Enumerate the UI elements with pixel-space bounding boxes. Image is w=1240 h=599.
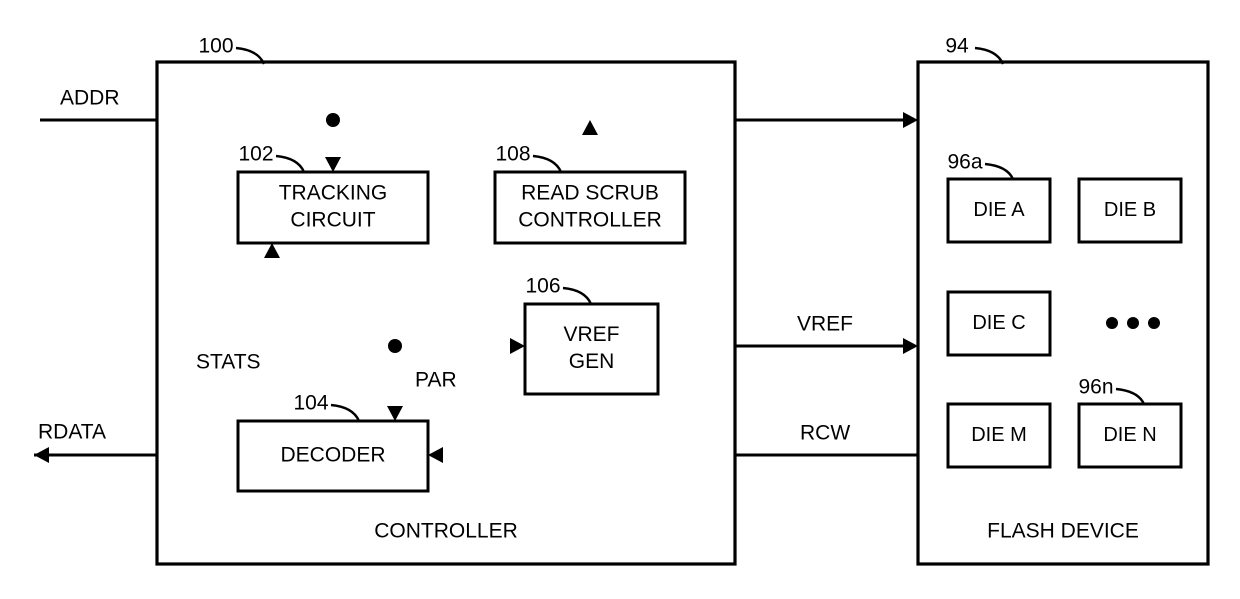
ref-numeral-102: 102 bbox=[238, 143, 273, 166]
addr-junction bbox=[326, 113, 340, 127]
arrowhead-rdata-arrow-out bbox=[34, 447, 49, 463]
container-label-flash-device: FLASH DEVICE bbox=[987, 520, 1139, 543]
container-label-controller: CONTROLLER bbox=[374, 520, 518, 543]
ellipsis-dot-2 bbox=[1148, 317, 1160, 329]
signal-label-rdata: RDATA bbox=[38, 421, 106, 444]
arrowhead-vref-arrow-flash bbox=[903, 338, 918, 354]
block-label-vref-gen: GEN bbox=[569, 350, 615, 373]
die-label-die-b: DIE B bbox=[1104, 199, 1156, 221]
block-label-tracking-circuit: TRACKING bbox=[279, 182, 388, 205]
die-label-die-n: DIE N bbox=[1103, 424, 1156, 446]
signal-label-vref: VREF bbox=[797, 313, 853, 336]
die-label-die-c: DIE C bbox=[972, 312, 1025, 334]
ref-numeral-100: 100 bbox=[198, 35, 233, 58]
block-label-tracking-circuit: CIRCUIT bbox=[290, 209, 375, 232]
block-label-read-scrub-controller: READ SCRUB bbox=[521, 182, 659, 205]
diagram-canvas: CONTROLLER FLASH DEVICE TRACKING CIRCUIT RE… bbox=[34, 35, 1210, 566]
block-diagram: CONTROLLER FLASH DEVICE TRACKING CIRCUIT RE… bbox=[0, 0, 1240, 599]
ellipsis-dot-0 bbox=[1106, 317, 1118, 329]
die-label-die-m: DIE M bbox=[971, 424, 1027, 446]
die-label-die-a: DIE A bbox=[973, 199, 1025, 221]
ellipsis-dot-1 bbox=[1127, 317, 1139, 329]
ref-numeral-106: 106 bbox=[525, 275, 560, 298]
ref-numeral-96a: 96a bbox=[947, 151, 982, 174]
signal-label-stats: STATS bbox=[196, 351, 261, 374]
ref-numeral-94: 94 bbox=[945, 35, 969, 58]
ref-numeral-104: 104 bbox=[293, 392, 328, 415]
par-junction bbox=[388, 339, 402, 353]
signal-label-rcw: RCW bbox=[800, 422, 850, 445]
block-label-vref-gen: VREF bbox=[563, 323, 619, 346]
block-label-decoder: DECODER bbox=[280, 444, 385, 467]
block-label-read-scrub-controller: CONTROLLER bbox=[518, 209, 662, 232]
signal-label-par: PAR bbox=[415, 369, 457, 392]
arrowhead-addr-arrow-flash bbox=[903, 112, 918, 128]
ref-numeral-96n: 96n bbox=[1078, 376, 1113, 399]
ref-numeral-108: 108 bbox=[495, 143, 530, 166]
signal-label-addr: ADDR bbox=[60, 87, 120, 110]
block-vref-gen bbox=[523, 302, 660, 396]
die-ellipsis bbox=[1106, 317, 1160, 329]
